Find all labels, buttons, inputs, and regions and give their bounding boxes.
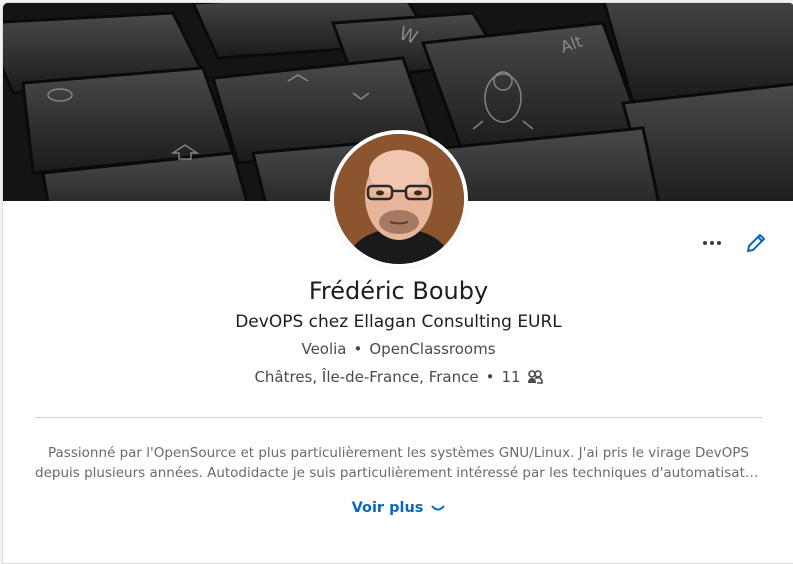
about-summary: Passionné par l'OpenSource et plus parti… — [35, 443, 762, 483]
profile-card: W Alt Frédéric Bouby DevOPS chez Ellagan… — [2, 2, 793, 564]
more-horizontal-icon — [703, 241, 707, 245]
chevron-down-icon — [431, 505, 446, 511]
about-line: depuis plusieurs années. Autodidacte je … — [35, 465, 762, 481]
avatar-image — [334, 134, 464, 264]
profile-actions — [700, 231, 768, 255]
pencil-icon — [747, 234, 765, 252]
profile-experience-education: Veolia • OpenClassrooms — [3, 340, 793, 358]
see-more-button[interactable]: Voir plus — [3, 500, 793, 516]
separator: • — [485, 368, 495, 386]
connections-count: 11 — [501, 368, 521, 386]
separator: • — [353, 340, 363, 358]
edit-profile-button[interactable] — [744, 231, 768, 255]
see-more-label: Voir plus — [351, 500, 424, 516]
current-company-link[interactable]: Veolia — [301, 340, 346, 358]
profile-location: Châtres, Île-de-France, France — [254, 368, 479, 386]
more-options-button[interactable] — [700, 231, 724, 255]
profile-location-row: Châtres, Île-de-France, France • 11 — [3, 368, 793, 386]
profile-headline: DevOPS chez Ellagan Consulting EURL — [235, 312, 562, 332]
people-icon — [527, 370, 543, 384]
connections-link[interactable]: 11 — [501, 368, 543, 386]
school-link[interactable]: OpenClassrooms — [369, 340, 495, 358]
profile-photo[interactable] — [330, 130, 468, 268]
section-divider — [35, 417, 762, 418]
about-line: Passionné par l'OpenSource et plus parti… — [48, 445, 749, 461]
profile-name: Frédéric Bouby — [308, 277, 489, 305]
